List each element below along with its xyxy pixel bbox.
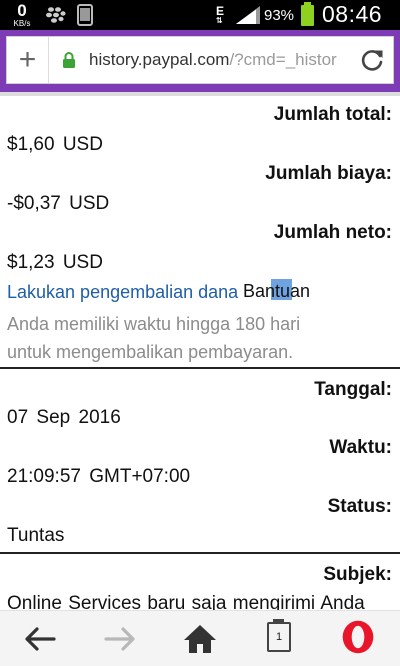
- refund-link[interactable]: Lakukan pengembalian dana: [7, 282, 400, 303]
- signal-icon: [236, 6, 260, 24]
- total-value: $1,60 USD: [7, 134, 103, 155]
- network-speed: 0 KB/s: [6, 2, 38, 28]
- url-path: /?cmd=_histor: [229, 50, 337, 69]
- total-label: Jumlah total:: [273, 104, 392, 125]
- refund-note-line1: Anda memiliki waktu hingga 180 hari: [7, 314, 301, 334]
- time-label: Waktu:: [329, 437, 392, 458]
- section-divider: [0, 367, 400, 369]
- subject-label: Subjek:: [323, 564, 392, 585]
- tabs-button[interactable]: 1: [267, 619, 291, 652]
- time-value: 21:09:57 GMT+07:00: [7, 466, 191, 487]
- data-arrows-icon: ⇅: [216, 16, 223, 25]
- bottom-toolbar: 1: [0, 610, 400, 666]
- refund-note-line2: untuk mengembalikan pembayaran.: [7, 342, 294, 362]
- url-field[interactable]: history.paypal.com/?cmd=_histor: [89, 50, 361, 70]
- clock: 08:46: [322, 1, 383, 27]
- address-bar[interactable]: + history.paypal.com/?cmd=_histor: [6, 36, 394, 84]
- fee-value: -$0,37 USD: [7, 193, 110, 214]
- status-label: Status:: [327, 496, 392, 517]
- browser-toolbar: + history.paypal.com/?cmd=_histor: [0, 30, 400, 92]
- date-value: 07 Sep 2016: [7, 407, 121, 428]
- date-label: Tanggal:: [314, 379, 392, 400]
- lock-icon: [63, 52, 75, 68]
- section-divider: [0, 552, 400, 554]
- network-speed-unit: KB/s: [13, 19, 31, 28]
- opera-menu-icon[interactable]: [338, 619, 378, 655]
- help-tooltip: Bantuan: [243, 281, 311, 301]
- url-host: history.paypal.com: [89, 50, 230, 69]
- subject-value: Online Services baru saja mengirimi Anda: [7, 593, 365, 610]
- transaction-details: Jumlah total: $1,60 USD Jumlah biaya: -$…: [0, 96, 400, 610]
- reload-icon[interactable]: [359, 47, 385, 73]
- status-bar: 0 KB/s E ⇅ 93% 08:46: [0, 0, 400, 30]
- phone-icon: [77, 4, 93, 26]
- home-icon[interactable]: [180, 621, 220, 657]
- net-value: $1,23 USD: [7, 252, 103, 273]
- network-speed-value: 0: [17, 1, 27, 20]
- battery-icon: [301, 2, 314, 26]
- network-type: E ⇅: [216, 5, 224, 25]
- forward-arrow-icon[interactable]: [100, 621, 140, 657]
- net-label: Jumlah neto:: [273, 222, 392, 243]
- status-value: Tuntas: [7, 525, 65, 546]
- new-tab-plus-icon[interactable]: +: [7, 37, 49, 83]
- bbm-icon: [46, 7, 66, 23]
- fee-label: Jumlah biaya:: [265, 163, 392, 184]
- battery-percent: 93%: [264, 7, 295, 24]
- back-arrow-icon[interactable]: [20, 621, 60, 657]
